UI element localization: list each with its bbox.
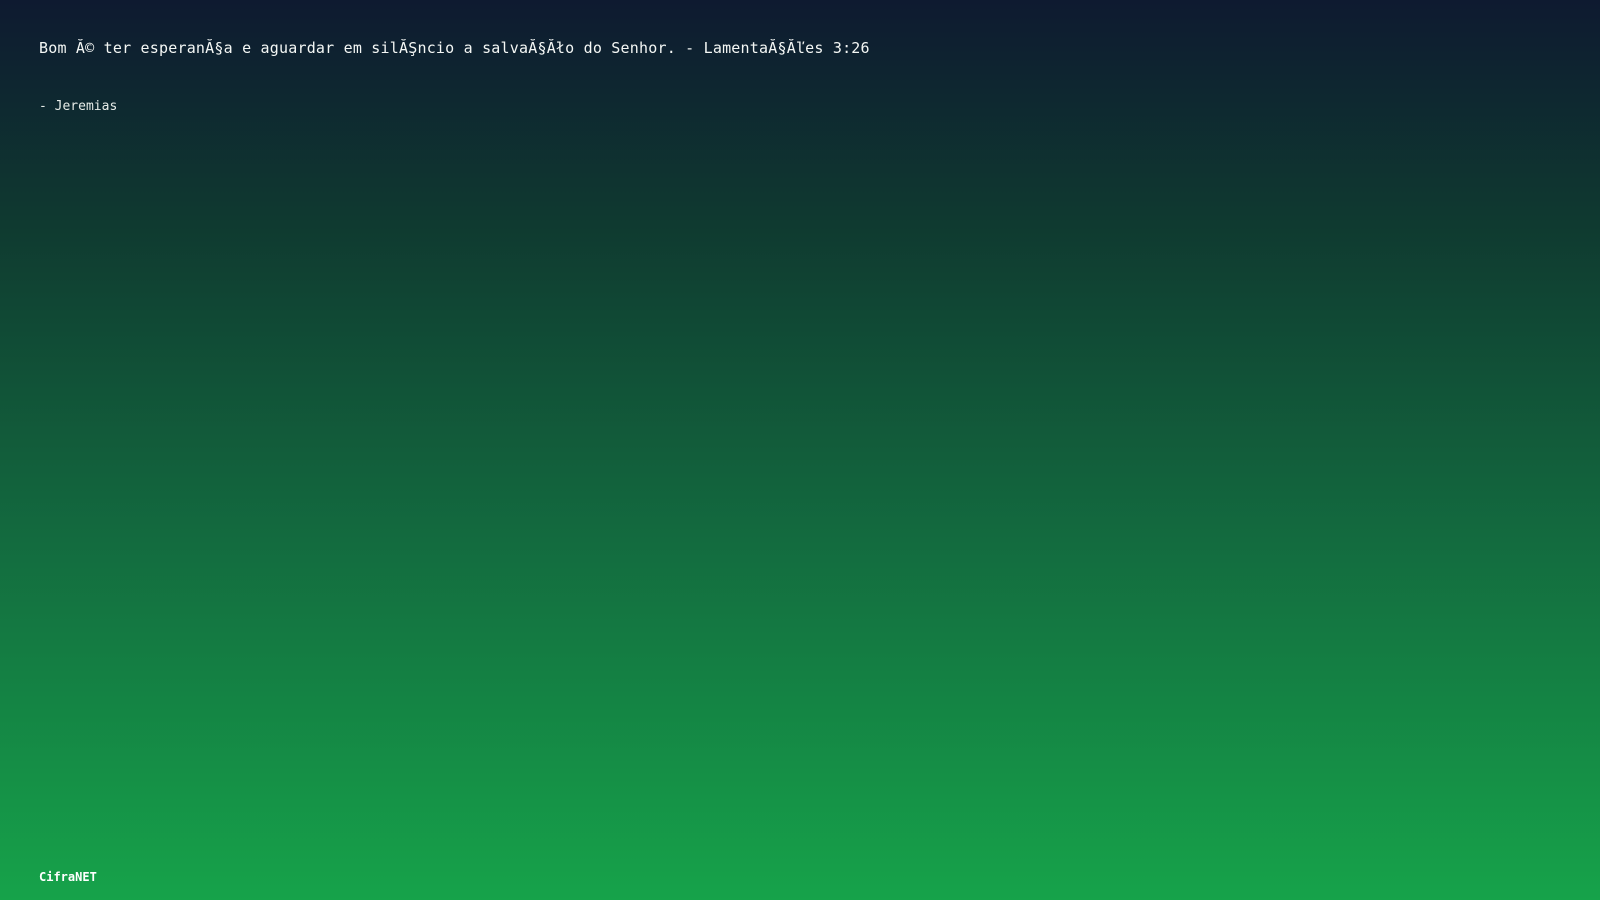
quote-text: Bom Ă© ter esperanĂ§a e aguardar em silĂ… [39, 39, 870, 57]
quote-author: - Jeremias [39, 99, 118, 114]
brand-logo-text: CifraNET [39, 870, 97, 884]
